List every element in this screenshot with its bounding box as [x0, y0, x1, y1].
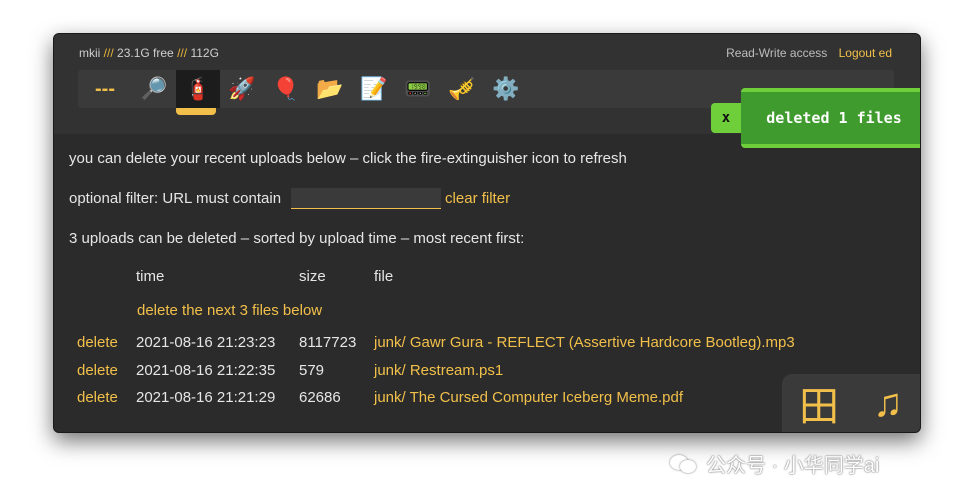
url-filter-input[interactable]: [291, 188, 442, 209]
logout-link[interactable]: Logout ed: [839, 46, 892, 60]
file-link[interactable]: junk/ Gawr Gura - REFLECT (Assertive Har…: [374, 334, 795, 351]
free-space: 23.1G free: [117, 46, 174, 60]
balloon-icon[interactable]: 🎈: [264, 70, 308, 108]
toast-message: deleted 1 files: [741, 88, 920, 148]
intro-text: you can delete your recent uploads below…: [69, 150, 627, 167]
ops-button[interactable]: ---: [78, 70, 132, 108]
upload-time: 2021-08-16 21:23:23: [136, 334, 276, 351]
delete-link[interactable]: delete: [77, 389, 118, 406]
delete-link[interactable]: delete: [77, 362, 118, 379]
media-controls: 田 ♫: [782, 374, 920, 432]
file-size: 8117723: [299, 334, 357, 351]
uploads-summary: 3 uploads can be deleted – sorted by upl…: [69, 230, 525, 247]
host-name: mkii: [79, 46, 101, 60]
rocket-icon[interactable]: 🚀: [220, 70, 264, 108]
gear-icon[interactable]: ⚙️: [484, 70, 528, 108]
separator: ///: [177, 46, 188, 60]
access-info: Read-Write access Logout ed: [726, 46, 892, 60]
notification-toast: x deleted 1 files: [711, 88, 920, 148]
file-link[interactable]: junk/ The Cursed Computer Iceberg Meme.p…: [374, 389, 683, 406]
folder-icon[interactable]: 📂: [308, 70, 352, 108]
filter-label: optional filter: URL must contain: [69, 190, 282, 207]
total-space: 112G: [190, 46, 219, 60]
access-mode: Read-Write access: [726, 46, 828, 60]
file-manager-window: mkii /// 23.1G free /// 112G Read-Write …: [53, 33, 921, 433]
memo-icon[interactable]: 📝: [352, 70, 396, 108]
search-icon[interactable]: 🔎: [132, 70, 176, 108]
music-player-icon[interactable]: ♫: [873, 381, 903, 426]
delete-link[interactable]: delete: [77, 334, 118, 351]
separator: ///: [103, 46, 114, 60]
upload-time: 2021-08-16 21:21:29: [136, 389, 276, 406]
pager-icon[interactable]: 📟: [396, 70, 440, 108]
table-row: delete 2021-08-16 21:23:23 8117723 junk/…: [69, 334, 909, 356]
file-size: 62686: [299, 389, 341, 406]
upload-time: 2021-08-16 21:22:35: [136, 362, 276, 379]
header-time: time: [136, 268, 165, 285]
header-file: file: [374, 268, 394, 285]
grid-view-icon[interactable]: 田: [799, 374, 839, 432]
file-link[interactable]: junk/ Restream.ps1: [374, 362, 503, 379]
delete-next-files-link[interactable]: delete the next 3 files below: [137, 302, 322, 319]
filter-row: optional filter: URL must contain clear …: [69, 188, 510, 209]
watermark-text: 公众号 · 小华同学ai: [706, 455, 880, 477]
trumpet-icon[interactable]: 🎺: [440, 70, 484, 108]
watermark: 公众号 · 小华同学ai: [670, 449, 879, 478]
toast-close-button[interactable]: x: [711, 103, 741, 133]
storage-status: mkii /// 23.1G free /// 112G: [79, 46, 219, 60]
fire-extinguisher-icon[interactable]: 🧯: [176, 70, 220, 115]
file-size: 579: [299, 362, 325, 379]
header-size: size: [299, 268, 326, 285]
clear-filter-link[interactable]: clear filter: [445, 190, 510, 207]
wechat-icon: [670, 453, 698, 475]
